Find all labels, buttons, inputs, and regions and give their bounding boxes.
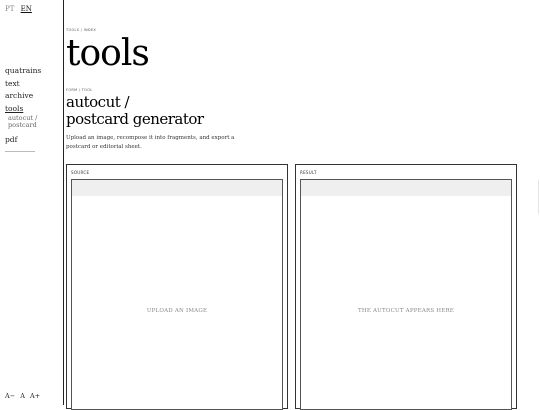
- nav-divider: [5, 151, 35, 152]
- nav-item-archive[interactable]: archive: [5, 90, 41, 103]
- source-label: source: [71, 170, 90, 175]
- tool-title: autocut / postcard generator: [66, 94, 204, 128]
- nav-item-pdf[interactable]: pdf: [5, 134, 41, 147]
- nav-subitem-label-2: postcard: [8, 121, 37, 129]
- result-preview: THE AUTOCUT APPEARS HERE: [300, 179, 512, 410]
- result-placeholder: THE AUTOCUT APPEARS HERE: [357, 308, 455, 314]
- sidebar-nav: quatrains text archive tools autocut / p…: [5, 65, 41, 147]
- tool-title-line-2: postcard generator: [66, 110, 204, 128]
- tool-description: Upload an image, recompose it into fragm…: [66, 135, 235, 150]
- main-content: tools / index tools form / tool autocut …: [66, 0, 540, 410]
- upload-placeholder: UPLOAD AN IMAGE: [146, 308, 208, 314]
- nav-item-quatrains[interactable]: quatrains: [5, 65, 41, 78]
- page-title: tools: [66, 33, 150, 74]
- language-switcher: PT EN: [5, 5, 36, 13]
- nav-subitem-autocut[interactable]: autocut / postcard: [5, 115, 41, 129]
- result-toolbar: [301, 180, 511, 196]
- lang-pt-link[interactable]: PT: [5, 5, 14, 13]
- scrollbar[interactable]: [538, 180, 539, 214]
- image-upload-dropzone[interactable]: UPLOAD AN IMAGE: [71, 179, 283, 410]
- font-increase-button[interactable]: A+: [30, 392, 40, 400]
- result-label: result: [300, 170, 317, 175]
- result-panel: result THE AUTOCUT APPEARS HERE: [295, 164, 517, 410]
- sidebar: PT EN quatrains text archive tools autoc…: [0, 0, 64, 405]
- font-reset-button[interactable]: A: [20, 392, 25, 400]
- lang-en-link[interactable]: EN: [21, 5, 32, 13]
- font-size-controls: A− A A+: [5, 392, 43, 400]
- tool-title-line-1: autocut /: [66, 93, 130, 111]
- source-toolbar: [72, 180, 282, 196]
- source-panel: source UPLOAD AN IMAGE: [66, 164, 288, 410]
- nav-item-text[interactable]: text: [5, 78, 41, 91]
- breadcrumb: tools / index: [66, 28, 97, 32]
- font-decrease-button[interactable]: A−: [5, 392, 15, 400]
- tool-breadcrumb: form / tool: [66, 88, 93, 92]
